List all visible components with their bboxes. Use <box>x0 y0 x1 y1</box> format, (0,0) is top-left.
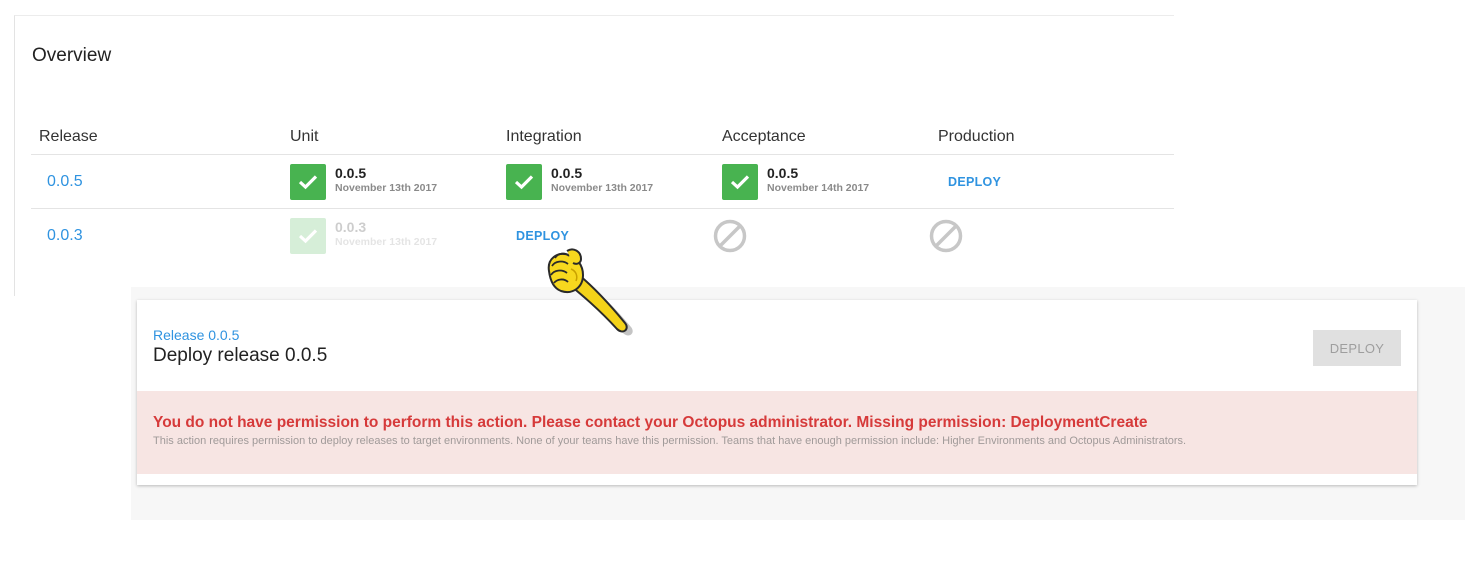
deploy-production-link[interactable]: DEPLOY <box>948 175 1001 189</box>
column-header-release: Release <box>39 128 98 145</box>
not-allowed-icon <box>713 219 747 253</box>
deploy-button[interactable]: DEPLOY <box>1313 330 1401 366</box>
deployed-date: November 13th 2017 <box>335 236 438 248</box>
deploy-release-panel: Release 0.0.5 Deploy release 0.0.5 DEPLO… <box>137 300 1417 485</box>
deployed-date: November 14th 2017 <box>767 182 870 194</box>
column-header-acceptance: Acceptance <box>722 128 806 145</box>
not-allowed-icon <box>929 219 963 253</box>
column-header-unit: Unit <box>290 128 319 145</box>
deployed-version: 0.0.5 <box>335 165 367 181</box>
column-header-integration: Integration <box>506 128 582 145</box>
deployed-date: November 13th 2017 <box>551 182 654 194</box>
check-icon <box>506 164 542 200</box>
row-divider <box>31 208 1174 209</box>
deploy-integration-link[interactable]: DEPLOY <box>516 229 569 243</box>
error-detail: This action requires permission to deplo… <box>153 435 1187 447</box>
header-divider <box>31 154 1174 155</box>
page-title: Deploy release 0.0.5 <box>153 345 328 366</box>
error-message: You do not have permission to perform th… <box>153 414 1148 431</box>
deployed-version: 0.0.3 <box>335 219 367 235</box>
permission-error-callout: You do not have permission to perform th… <box>137 391 1417 474</box>
column-header-production: Production <box>938 128 1015 145</box>
pointing-hand-icon <box>547 248 633 336</box>
deployed-date: November 13th 2017 <box>335 182 438 194</box>
check-icon <box>722 164 758 200</box>
deployed-version: 0.0.5 <box>767 165 799 181</box>
overview-title: Overview <box>32 45 112 66</box>
breadcrumb[interactable]: Release 0.0.5 <box>153 327 239 343</box>
check-icon <box>290 164 326 200</box>
check-icon <box>290 218 326 254</box>
release-link-0-0-3[interactable]: 0.0.3 <box>47 227 83 245</box>
release-link-0-0-5[interactable]: 0.0.5 <box>47 173 83 191</box>
deployed-version: 0.0.5 <box>551 165 583 181</box>
